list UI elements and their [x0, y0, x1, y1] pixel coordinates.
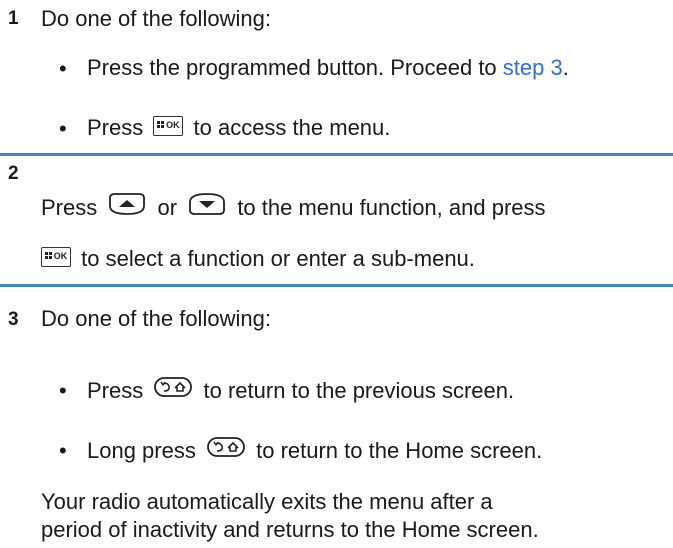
- back-home-key-icon: [153, 376, 193, 402]
- step-intro: Do one of the following:: [41, 6, 271, 31]
- bullet: •: [59, 438, 67, 463]
- option-text: Press OK to access the menu.: [87, 115, 391, 140]
- step-label: Press: [41, 194, 98, 220]
- option-text: Long press to return to the Home screen.: [87, 436, 543, 465]
- up-arrow-key-icon: [107, 192, 147, 220]
- step-3-link[interactable]: step 3: [503, 55, 563, 80]
- note-text: period of inactivity and returns to the …: [41, 517, 539, 542]
- step-number: 2: [8, 163, 19, 184]
- bullet: •: [59, 116, 67, 141]
- step-number: 3: [8, 309, 19, 330]
- menu-ok-key-icon: OK: [41, 247, 71, 268]
- menu-ok-key-icon: OK: [153, 116, 184, 137]
- option-text: Press to return to the previous screen.: [87, 376, 515, 405]
- step-label: or: [157, 194, 178, 220]
- option-end: .: [562, 55, 569, 80]
- bullet: •: [59, 56, 67, 81]
- step-label: to select a function or enter a sub-menu…: [81, 246, 475, 271]
- option-label: Press: [87, 377, 144, 403]
- step-text: OK to select a function or enter a sub-m…: [41, 246, 475, 271]
- option-label: to return to the Home screen.: [256, 437, 543, 463]
- option-label: Press the programmed button. Proceed to: [87, 55, 503, 80]
- step-number: 1: [8, 8, 19, 29]
- note-text: Your radio automatically exits the menu …: [41, 489, 493, 514]
- step-label: to the menu function, and press: [237, 194, 546, 220]
- section-divider: [0, 284, 673, 287]
- step-text: Press or to the menu function, and press: [41, 192, 546, 223]
- option-label: Press: [87, 115, 144, 140]
- down-arrow-key-icon: [187, 192, 227, 220]
- back-home-key-icon: [206, 436, 246, 462]
- option-label: to return to the previous screen.: [203, 377, 515, 403]
- option-text: Press the programmed button. Proceed to …: [87, 57, 569, 79]
- bullet: •: [59, 378, 67, 403]
- option-label: Long press: [87, 437, 196, 463]
- option-label: to access the menu.: [193, 115, 391, 140]
- step-intro: Do one of the following:: [41, 306, 271, 331]
- section-divider: [0, 153, 673, 156]
